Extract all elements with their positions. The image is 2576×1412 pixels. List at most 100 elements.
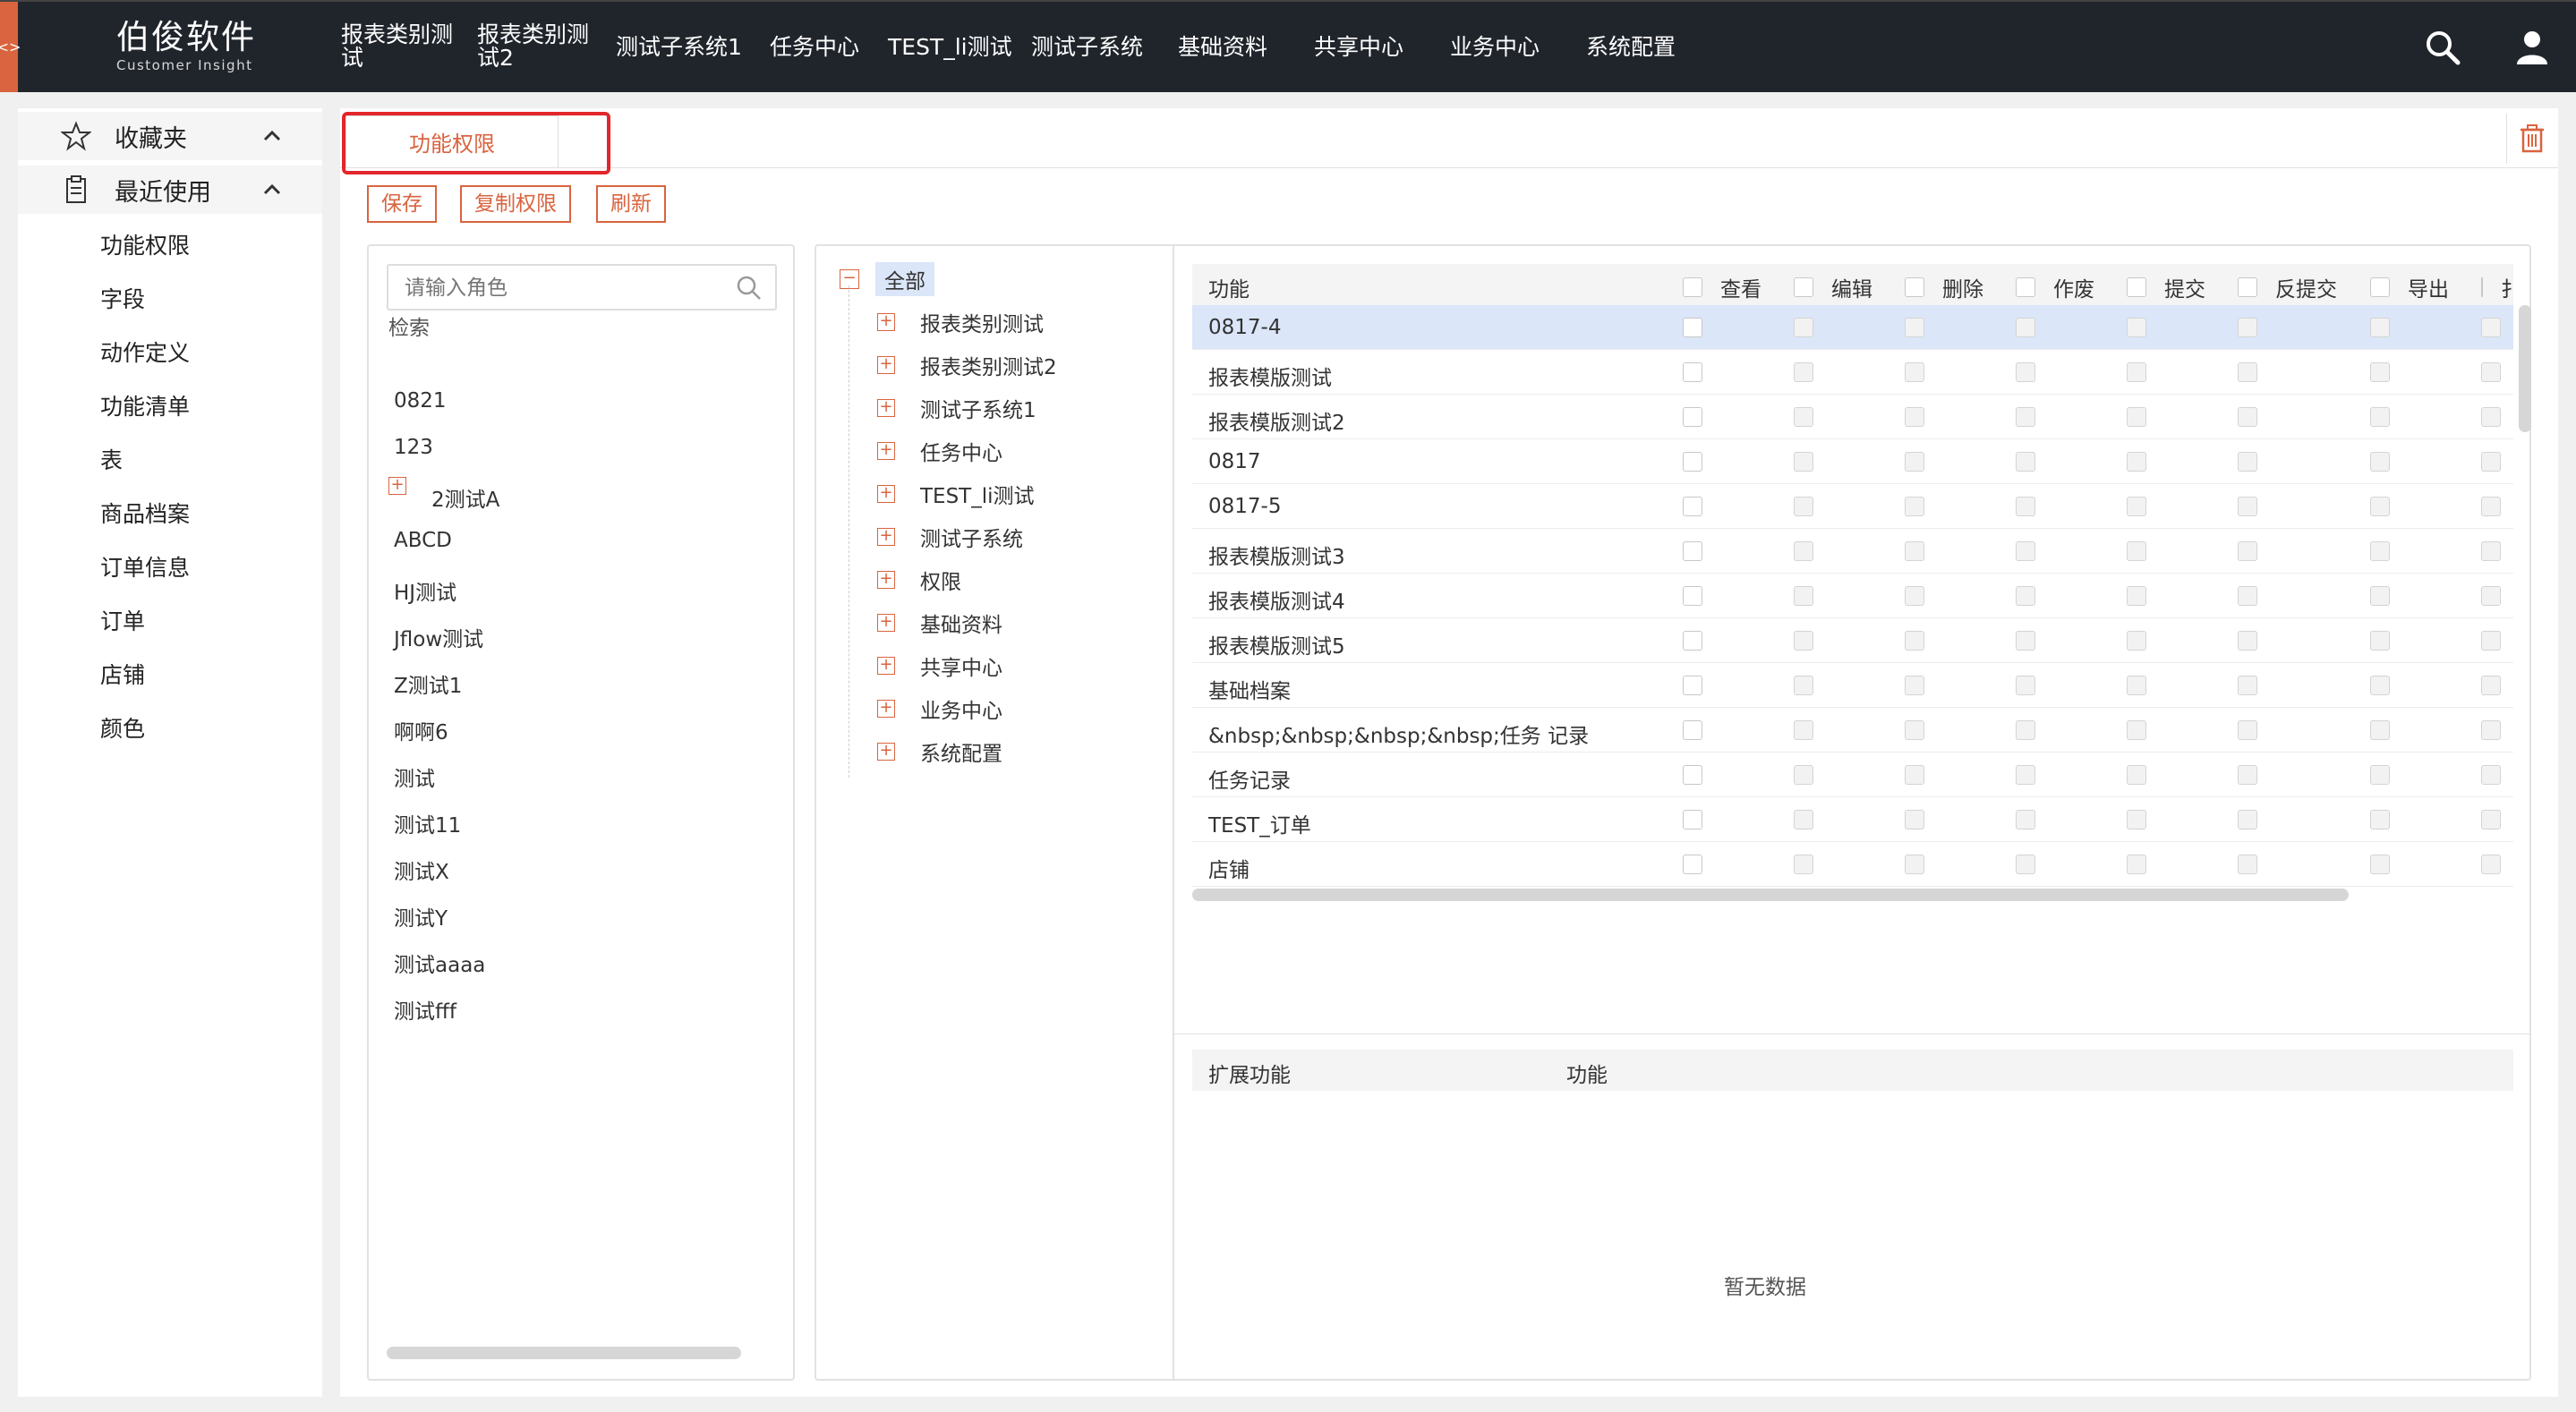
role-item[interactable]: Z测试1 bbox=[394, 668, 462, 699]
permission-checkbox[interactable] bbox=[1683, 720, 1702, 740]
nav-item-test-subsystem[interactable]: 测试子系统 bbox=[1031, 36, 1143, 59]
sidebar-item-function-list[interactable]: 功能清单 bbox=[100, 389, 190, 421]
table-row[interactable]: &nbsp;&nbsp;&nbsp;&nbsp;任务 记录 bbox=[1192, 708, 2513, 753]
role-item[interactable]: 啊啊6 bbox=[394, 715, 448, 745]
close-all-tabs-button[interactable] bbox=[2506, 114, 2557, 164]
table-row[interactable]: TEST_订单 bbox=[1192, 797, 2513, 842]
role-item[interactable]: 测试X bbox=[394, 855, 449, 885]
collapse-minus-icon[interactable]: − bbox=[840, 269, 859, 289]
table-row[interactable]: 报表模版测试4 bbox=[1192, 574, 2513, 618]
tree-node[interactable]: + 报表类别测试2 bbox=[877, 350, 1057, 380]
permission-checkbox[interactable] bbox=[2238, 318, 2257, 337]
expand-plus-icon[interactable]: + bbox=[877, 743, 895, 761]
search-icon[interactable] bbox=[2422, 27, 2463, 68]
permission-checkbox[interactable] bbox=[2238, 407, 2257, 427]
permission-checkbox[interactable] bbox=[1905, 541, 1924, 561]
expand-plus-icon[interactable]: + bbox=[877, 356, 895, 374]
tree-root[interactable]: − 全部 bbox=[840, 262, 934, 296]
permission-checkbox[interactable] bbox=[1794, 720, 1813, 740]
table-row[interactable]: 0817-4 bbox=[1192, 305, 2513, 350]
nav-item-report-category[interactable]: 报表类别测试 bbox=[341, 23, 461, 70]
permission-checkbox[interactable] bbox=[2127, 676, 2146, 695]
permission-checkbox[interactable] bbox=[1794, 452, 1813, 472]
permission-checkbox[interactable] bbox=[2481, 318, 2501, 337]
tree-node[interactable]: + 测试子系统 bbox=[877, 522, 1023, 552]
sidebar-item-field[interactable]: 字段 bbox=[100, 282, 145, 314]
table-row[interactable]: 报表模版测试5 bbox=[1192, 618, 2513, 663]
permission-checkbox[interactable] bbox=[2127, 765, 2146, 785]
role-item[interactable]: 测试 bbox=[394, 761, 435, 792]
tree-node[interactable]: + 测试子系统1 bbox=[877, 393, 1036, 423]
permission-checkbox[interactable] bbox=[1905, 676, 1924, 695]
permission-checkbox[interactable] bbox=[1683, 407, 1702, 427]
permission-checkbox[interactable] bbox=[1794, 541, 1813, 561]
role-item[interactable]: 测试11 bbox=[394, 808, 461, 838]
sidebar-group-recent[interactable]: 最近使用 bbox=[18, 166, 322, 214]
permission-checkbox[interactable] bbox=[1683, 810, 1702, 829]
sidebar-item-order[interactable]: 订单 bbox=[100, 604, 145, 636]
permission-checkbox[interactable] bbox=[2370, 676, 2390, 695]
permission-checkbox[interactable] bbox=[2481, 720, 2501, 740]
permission-checkbox[interactable] bbox=[1794, 362, 1813, 382]
tree-node[interactable]: + 业务中心 bbox=[877, 693, 1002, 724]
permission-checkbox[interactable] bbox=[2016, 765, 2035, 785]
permission-checkbox[interactable] bbox=[1905, 407, 1924, 427]
permission-checkbox[interactable] bbox=[1683, 765, 1702, 785]
select-all-checkbox[interactable] bbox=[2127, 277, 2146, 297]
permission-checkbox[interactable] bbox=[2127, 407, 2146, 427]
table-row[interactable]: 任务记录 bbox=[1192, 753, 2513, 797]
chevron-up-icon[interactable] bbox=[260, 123, 285, 149]
table-row[interactable]: 店铺 bbox=[1192, 842, 2513, 887]
save-button[interactable]: 保存 bbox=[367, 185, 437, 223]
permission-checkbox[interactable] bbox=[1794, 497, 1813, 516]
permission-checkbox[interactable] bbox=[2370, 541, 2390, 561]
permission-checkbox[interactable] bbox=[2481, 810, 2501, 829]
nav-item-report-category-2[interactable]: 报表类别测试2 bbox=[477, 23, 597, 70]
permission-checkbox[interactable] bbox=[2127, 720, 2146, 740]
expand-plus-icon[interactable]: + bbox=[877, 399, 895, 417]
select-all-checkbox[interactable] bbox=[2370, 277, 2390, 297]
permission-checkbox[interactable] bbox=[2238, 586, 2257, 606]
permission-checkbox[interactable] bbox=[1683, 676, 1702, 695]
brand-logo[interactable]: 伯俊软件 Customer Insight bbox=[116, 20, 256, 74]
tree-node[interactable]: + 任务中心 bbox=[877, 436, 1002, 466]
tab-function-permission[interactable]: 功能权限 bbox=[345, 115, 559, 167]
nav-item-test-li[interactable]: TEST_li测试 bbox=[888, 36, 1012, 59]
permission-checkbox[interactable] bbox=[1794, 676, 1813, 695]
permission-checkbox[interactable] bbox=[1683, 541, 1702, 561]
permission-checkbox[interactable] bbox=[2370, 407, 2390, 427]
permission-checkbox[interactable] bbox=[2127, 452, 2146, 472]
permission-checkbox[interactable] bbox=[2238, 362, 2257, 382]
permission-checkbox[interactable] bbox=[2238, 855, 2257, 874]
copy-permission-button[interactable]: 复制权限 bbox=[460, 185, 571, 223]
permission-checkbox[interactable] bbox=[2016, 586, 2035, 606]
expand-plus-icon[interactable]: + bbox=[877, 442, 895, 460]
refresh-button[interactable]: 刷新 bbox=[596, 185, 666, 223]
role-item[interactable]: 123 bbox=[394, 436, 433, 459]
permission-checkbox[interactable] bbox=[1905, 855, 1924, 874]
permission-checkbox[interactable] bbox=[2481, 676, 2501, 695]
permission-checkbox[interactable] bbox=[2370, 318, 2390, 337]
nav-item-shared-center[interactable]: 共享中心 bbox=[1314, 36, 1403, 59]
expand-plus-icon[interactable]: + bbox=[877, 485, 895, 503]
permission-checkbox[interactable] bbox=[1905, 362, 1924, 382]
permission-checkbox[interactable] bbox=[2481, 631, 2501, 651]
role-item[interactable]: ABCD bbox=[394, 529, 452, 552]
sidebar-item-action-definition[interactable]: 动作定义 bbox=[100, 336, 190, 368]
expand-plus-icon[interactable]: + bbox=[877, 700, 895, 718]
select-all-checkbox[interactable] bbox=[2481, 277, 2483, 297]
role-item[interactable]: HJ测试 bbox=[394, 575, 456, 606]
permission-checkbox[interactable] bbox=[2016, 541, 2035, 561]
permission-checkbox[interactable] bbox=[2127, 810, 2146, 829]
permission-checkbox[interactable] bbox=[2127, 541, 2146, 561]
permission-checkbox[interactable] bbox=[1794, 631, 1813, 651]
role-search-input[interactable] bbox=[403, 273, 729, 303]
permission-checkbox[interactable] bbox=[1905, 631, 1924, 651]
table-row[interactable]: 0817-5 bbox=[1192, 484, 2513, 529]
permission-checkbox[interactable] bbox=[2238, 676, 2257, 695]
permission-checkbox[interactable] bbox=[1794, 586, 1813, 606]
permission-checkbox[interactable] bbox=[2016, 810, 2035, 829]
role-item[interactable]: 测试fff bbox=[394, 994, 456, 1025]
permission-checkbox[interactable] bbox=[2016, 497, 2035, 516]
permission-checkbox[interactable] bbox=[2370, 765, 2390, 785]
